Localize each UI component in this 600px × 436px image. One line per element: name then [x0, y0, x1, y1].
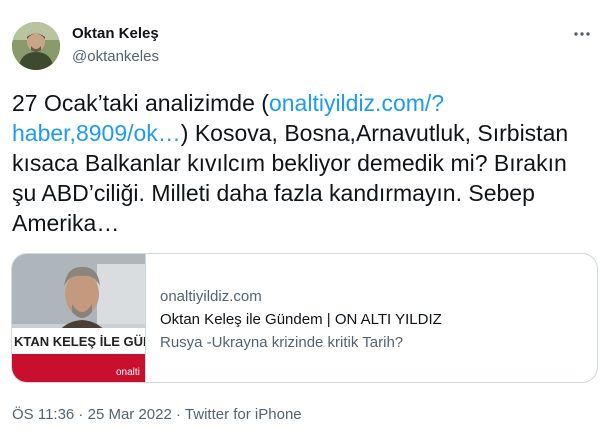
card-thumbnail: KTAN KELEŞ İLE GÜNDE onalti [12, 254, 146, 382]
link-preview-card[interactable]: KTAN KELEŞ İLE GÜNDE onalti onaltiyildiz… [11, 253, 598, 383]
tweet-time[interactable]: ÖS 11:36 [12, 406, 74, 423]
author-name[interactable]: Oktan Keleş [72, 25, 159, 42]
tweet-metadata: ÖS 11:36 · 25 Mar 2022 · Twitter for iPh… [12, 406, 302, 423]
avatar-photo [12, 22, 60, 70]
card-thumbnail-image: KTAN KELEŞ İLE GÜNDE onalti [12, 254, 145, 382]
tweet-source[interactable]: Twitter for iPhone [185, 406, 302, 423]
tweet-date[interactable]: 25 Mar 2022 [88, 406, 172, 423]
thumb-logo: onalti [116, 367, 140, 378]
card-description: Rusya -Ukrayna krizinde kritik Tarih? [160, 334, 404, 351]
meta-separator: · [171, 406, 185, 423]
avatar[interactable] [12, 22, 60, 70]
card-domain: onaltiyildiz.com [160, 288, 262, 305]
tweet-text: 27 Ocak’taki analizimde (onaltiyildiz.co… [12, 88, 592, 238]
more-options-button[interactable] [570, 22, 594, 46]
tweet-text-part-1: 27 Ocak’taki analizimde ( [12, 90, 269, 116]
thumb-caption: KTAN KELEŞ İLE GÜNDE [14, 334, 145, 349]
author-handle[interactable]: @oktankeles [72, 48, 159, 65]
meta-separator: · [74, 406, 88, 423]
card-title: Oktan Keleş ile Gündem | ON ALTI YILDIZ [160, 311, 442, 328]
more-icon [574, 32, 590, 36]
